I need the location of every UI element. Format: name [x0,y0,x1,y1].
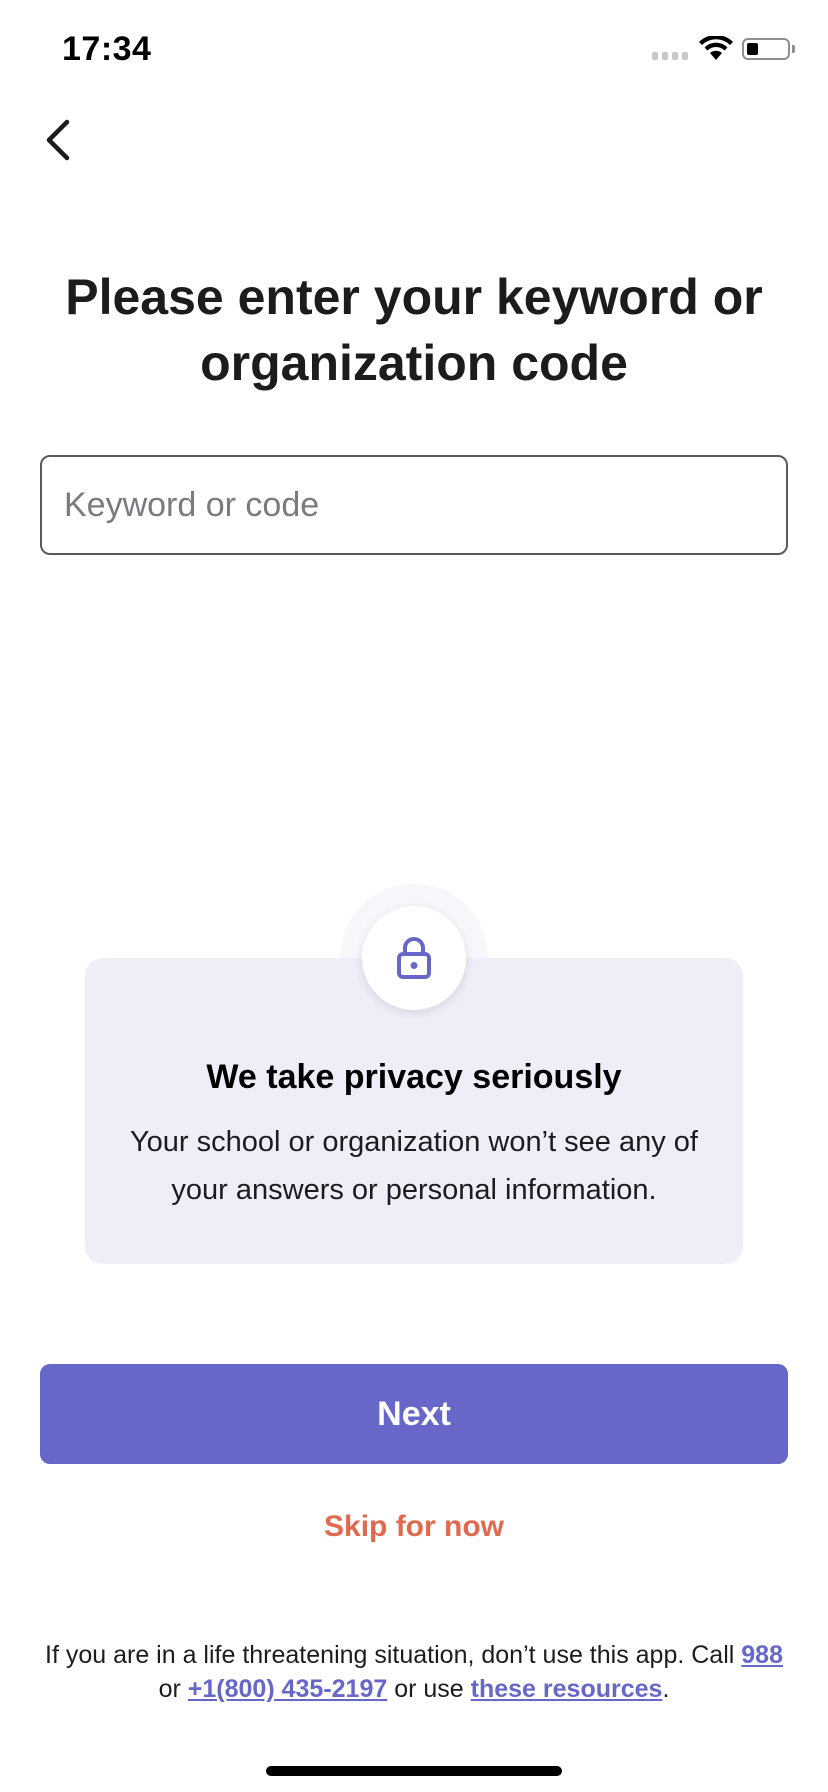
crisis-disclaimer: If you are in a life threatening situati… [40,1638,788,1706]
battery-icon [742,38,790,60]
status-time: 17:34 [62,30,152,68]
call-988-link[interactable]: 988 [741,1641,783,1669]
battery-tip [792,45,795,53]
resources-link[interactable]: these resources [471,1675,663,1703]
status-bar: 17:34 [0,0,828,100]
keyword-code-input[interactable] [40,455,788,555]
disclaimer-suffix: . [662,1675,670,1703]
call-phone-link[interactable]: +1(800) 435-2197 [188,1675,387,1703]
next-button[interactable]: Next [40,1364,788,1464]
lock-icon [397,937,431,979]
home-indicator[interactable] [266,1766,562,1776]
skip-for-now-link[interactable]: Skip for now [264,1502,564,1552]
page-title: Please enter your keyword or organizatio… [65,269,763,391]
cellular-signal-icon [652,52,688,60]
privacy-title: We take privacy seriously [206,1058,622,1096]
disclaimer-prefix: If you are in a life threatening situati… [45,1641,735,1669]
disclaimer-or-use: or use [394,1675,464,1703]
chevron-left-icon [46,119,70,161]
lock-badge [362,906,466,1010]
disclaimer-or: or [158,1675,181,1703]
privacy-body: Your school or organization won’t see an… [129,1126,698,1206]
battery-level [747,43,758,55]
back-button[interactable] [30,110,86,170]
wifi-icon [699,36,733,60]
